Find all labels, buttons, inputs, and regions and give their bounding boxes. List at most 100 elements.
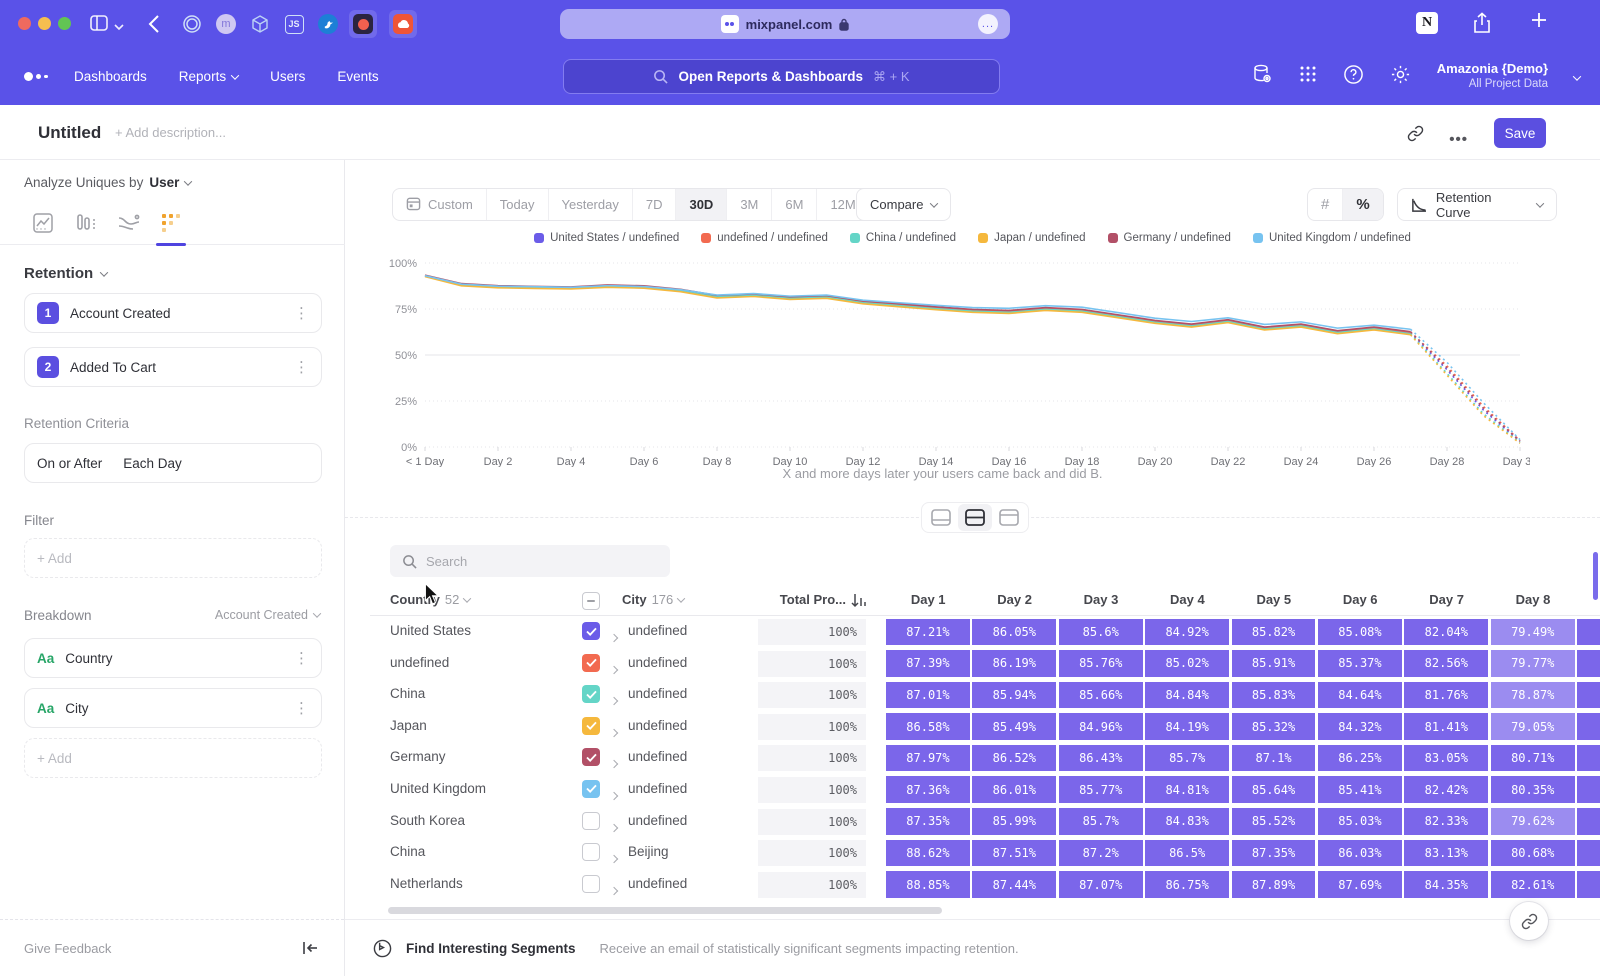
vertical-scrollbar[interactable]: [1593, 552, 1598, 600]
day-column-header[interactable]: Day 4: [1145, 592, 1229, 607]
report-description-placeholder[interactable]: + Add description...: [115, 125, 226, 140]
js-icon[interactable]: JS: [280, 10, 308, 38]
retention-cell[interactable]: 85.66%: [1059, 682, 1143, 709]
retention-cell-clipped[interactable]: [1577, 840, 1600, 867]
retention-cell[interactable]: 85.41%: [1318, 776, 1402, 803]
retention-cell[interactable]: 86.05%: [972, 619, 1056, 646]
retention-cell[interactable]: 80.71%: [1491, 745, 1575, 772]
retention-cell[interactable]: 84.83%: [1145, 808, 1229, 835]
retention-cell[interactable]: 88.85%: [886, 871, 970, 898]
range-3m[interactable]: 3M: [726, 189, 771, 220]
expand-row-icon[interactable]: [611, 691, 617, 709]
retention-cell-clipped[interactable]: [1577, 808, 1600, 835]
row-checkbox[interactable]: [582, 748, 600, 766]
retention-cell[interactable]: 85.7%: [1059, 808, 1143, 835]
minimize-window-button[interactable]: [38, 17, 51, 30]
retention-cell[interactable]: 85.83%: [1232, 682, 1316, 709]
retention-cell-clipped[interactable]: [1577, 871, 1600, 898]
bird-icon[interactable]: [314, 10, 342, 38]
retention-cell[interactable]: 87.44%: [972, 871, 1056, 898]
retention-cell-clipped[interactable]: [1577, 745, 1600, 772]
table-row[interactable]: Germanyundefined100%87.97%86.52%86.43%85…: [370, 742, 1600, 774]
retention-cell[interactable]: 88.62%: [886, 840, 970, 867]
table-row[interactable]: United Kingdomundefined100%87.36%86.01%8…: [370, 774, 1600, 806]
table-row[interactable]: United Statesundefined100%87.21%86.05%85…: [370, 616, 1600, 648]
row-checkbox[interactable]: [582, 812, 600, 830]
tab-retention[interactable]: [157, 208, 187, 238]
retention-cell[interactable]: 87.35%: [1232, 840, 1316, 867]
retention-cell[interactable]: 87.21%: [886, 619, 970, 646]
expand-row-icon[interactable]: [611, 628, 617, 646]
day-column-header[interactable]: Day 3: [1059, 592, 1143, 607]
zoom-window-button[interactable]: [58, 17, 71, 30]
retention-cell[interactable]: 79.62%: [1491, 808, 1575, 835]
kebab-menu-icon[interactable]: ⋮: [294, 651, 309, 666]
legend-item[interactable]: Germany / undefined: [1108, 232, 1231, 244]
breakdown-scope-dropdown[interactable]: Account Created: [215, 608, 320, 622]
retention-cell[interactable]: 87.1%: [1232, 745, 1316, 772]
retention-cell[interactable]: 79.77%: [1491, 650, 1575, 677]
criteria-interval-dropdown[interactable]: Each Day: [123, 456, 182, 471]
table-view-toggle[interactable]: [992, 504, 1026, 531]
retention-cell[interactable]: 80.68%: [1491, 840, 1575, 867]
apps-grid-icon[interactable]: [1299, 65, 1317, 88]
retention-cell[interactable]: 85.99%: [972, 808, 1056, 835]
retention-cell[interactable]: 85.52%: [1232, 808, 1316, 835]
retention-cell[interactable]: 85.08%: [1318, 619, 1402, 646]
range-yesterday[interactable]: Yesterday: [548, 189, 632, 220]
retention-cell[interactable]: 87.07%: [1059, 871, 1143, 898]
help-icon[interactable]: [1343, 64, 1364, 90]
criteria-mode-dropdown[interactable]: On or After: [37, 456, 102, 471]
country-column-header[interactable]: Country 52: [390, 592, 470, 607]
retention-cell-clipped[interactable]: [1577, 682, 1600, 709]
expand-row-icon[interactable]: [611, 881, 617, 899]
retention-cell-clipped[interactable]: [1577, 713, 1600, 740]
sidebar-toggle-icon[interactable]: [88, 12, 110, 39]
retention-cell[interactable]: 86.03%: [1318, 840, 1402, 867]
breakdown-card-country[interactable]: Aa Country ⋮: [24, 638, 322, 678]
range-custom[interactable]: Custom: [393, 189, 486, 220]
expand-row-icon[interactable]: [611, 786, 617, 804]
row-checkbox[interactable]: [582, 654, 600, 672]
retention-cell[interactable]: 85.76%: [1059, 650, 1143, 677]
retention-chart[interactable]: 0%25%50%75%100%< 1 DayDay 2Day 4Day 6Day…: [380, 252, 1530, 467]
close-window-button[interactable]: [18, 17, 31, 30]
day-column-header[interactable]: Day 2: [972, 592, 1056, 607]
day-column-header[interactable]: Day 8: [1491, 592, 1575, 607]
collapse-sidebar-icon[interactable]: [302, 941, 318, 955]
ring-icon[interactable]: [178, 10, 206, 38]
city-column-header[interactable]: City 176: [622, 592, 684, 607]
retention-cell[interactable]: 84.35%: [1404, 871, 1488, 898]
retention-cell[interactable]: 86.25%: [1318, 745, 1402, 772]
table-search-input[interactable]: Search: [390, 545, 670, 577]
retention-cell[interactable]: 85.91%: [1232, 650, 1316, 677]
row-checkbox[interactable]: [582, 780, 600, 798]
retention-cell[interactable]: 84.84%: [1145, 682, 1229, 709]
row-checkbox[interactable]: [582, 843, 600, 861]
count-toggle-button[interactable]: #: [1308, 189, 1342, 220]
segments-footer-title[interactable]: Find Interesting Segments: [406, 941, 576, 956]
retention-cell[interactable]: 87.69%: [1318, 871, 1402, 898]
retention-cell[interactable]: 80.35%: [1491, 776, 1575, 803]
save-button[interactable]: Save: [1494, 118, 1546, 148]
retention-cell[interactable]: 85.37%: [1318, 650, 1402, 677]
retention-cell[interactable]: 79.05%: [1491, 713, 1575, 740]
retention-cell[interactable]: 87.36%: [886, 776, 970, 803]
retention-cell[interactable]: 85.49%: [972, 713, 1056, 740]
step-card-2[interactable]: 2 Added To Cart ⋮: [24, 347, 322, 387]
retention-cell[interactable]: 86.5%: [1145, 840, 1229, 867]
nav-item-events[interactable]: Events: [337, 69, 378, 84]
day-column-header[interactable]: Day 6: [1318, 592, 1402, 607]
percent-toggle-button[interactable]: %: [1342, 189, 1382, 220]
nav-item-reports[interactable]: Reports: [179, 69, 238, 84]
step-card-1[interactable]: 1 Account Created ⋮: [24, 293, 322, 333]
expand-row-icon[interactable]: [611, 818, 617, 836]
retention-cell[interactable]: 87.97%: [886, 745, 970, 772]
row-checkbox[interactable]: [582, 685, 600, 703]
table-row[interactable]: Japanundefined100%86.58%85.49%84.96%84.1…: [370, 711, 1600, 743]
retention-cell[interactable]: 84.92%: [1145, 619, 1229, 646]
retention-cell[interactable]: 87.89%: [1232, 871, 1316, 898]
m-avatar-icon[interactable]: m: [212, 10, 240, 38]
retention-cell[interactable]: 82.56%: [1404, 650, 1488, 677]
retention-cell-clipped[interactable]: [1577, 776, 1600, 803]
